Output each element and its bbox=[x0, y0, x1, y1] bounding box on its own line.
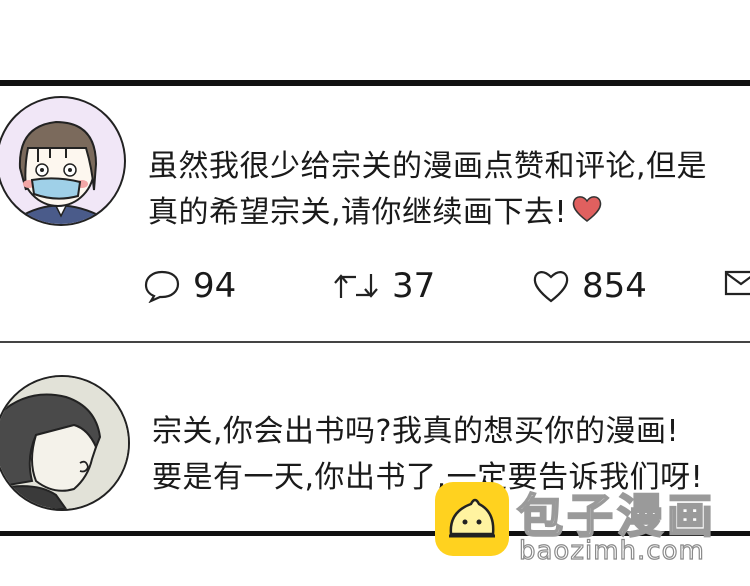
reply-count: 94 bbox=[193, 266, 237, 306]
like-button[interactable]: 854 bbox=[532, 266, 647, 306]
reply-button[interactable]: 94 bbox=[143, 266, 236, 306]
comment-line: 虽然我很少给宗关的漫画点赞和评论,但是 bbox=[148, 149, 708, 184]
site-watermark: 包子漫画 baozimh.com bbox=[435, 478, 735, 578]
like-count: 854 bbox=[582, 266, 647, 306]
comment-text-1: 虽然我很少给宗关的漫画点赞和评论,但是 真的希望宗关,请你继续画下去! bbox=[148, 144, 707, 237]
reply-icon bbox=[144, 270, 180, 303]
watermark-logo-icon bbox=[435, 482, 509, 556]
comment-line: 宗关,你会出书吗?我真的想买你的漫画! bbox=[152, 414, 679, 449]
comment-card-1: 虽然我很少给宗关的漫画点赞和评论,但是 真的希望宗关,请你继续画下去! 94 3… bbox=[0, 86, 750, 341]
retweet-icon bbox=[334, 274, 378, 298]
watermark-url: baozimh.com bbox=[518, 535, 705, 566]
comment-actions: 94 37 854 bbox=[0, 266, 750, 326]
avatar-man-profile[interactable] bbox=[0, 375, 130, 511]
avatar-girl-with-mask[interactable] bbox=[0, 96, 126, 226]
comment-line: 真的希望宗关,请你继续画下去! bbox=[148, 190, 707, 237]
comment-line-text: 真的希望宗关,请你继续画下去! bbox=[148, 195, 568, 230]
retweet-button[interactable]: 37 bbox=[332, 266, 435, 306]
retweet-count: 37 bbox=[392, 266, 436, 306]
mail-icon bbox=[724, 270, 750, 296]
share-button[interactable] bbox=[722, 266, 750, 300]
heart-emoji-icon bbox=[571, 191, 603, 237]
like-heart-icon bbox=[533, 271, 569, 303]
